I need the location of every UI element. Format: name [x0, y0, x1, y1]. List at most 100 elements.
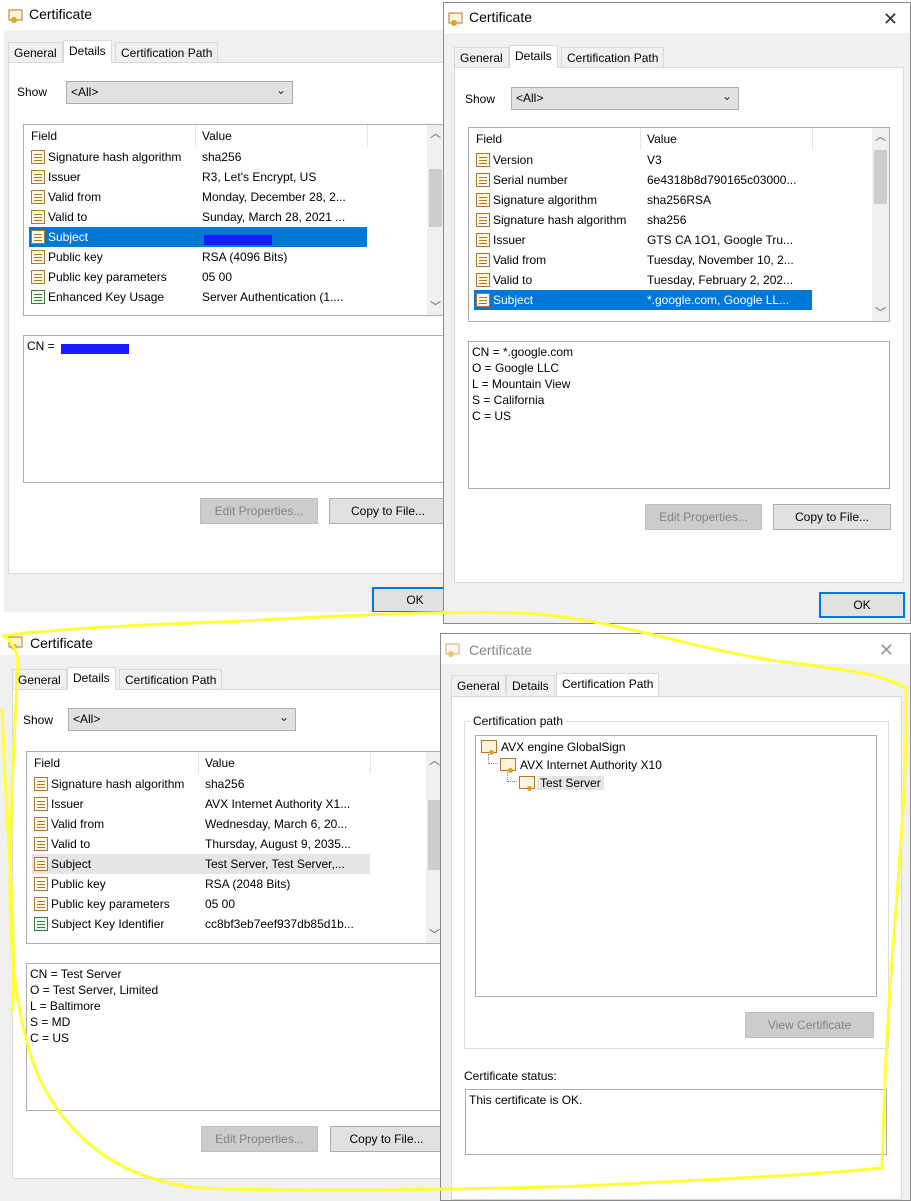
tab-general[interactable]: General	[451, 675, 506, 695]
list-scrollbar[interactable]: ︿ ﹀	[872, 128, 889, 321]
value-column-header[interactable]: Value	[205, 756, 235, 770]
field-value: Tuesday, November 10, 2...	[647, 253, 794, 267]
list-row[interactable]: Valid to Tuesday, February 2, 202...	[469, 270, 889, 290]
field-icon	[34, 817, 48, 831]
certification-path-tree[interactable]: AVX engine GlobalSign AVX Internet Autho…	[475, 735, 877, 997]
list-row[interactable]: Valid from Tuesday, November 10, 2...	[469, 250, 889, 270]
field-name: Public key parameters	[51, 897, 170, 911]
scroll-up-icon[interactable]: ︿	[427, 125, 444, 142]
tab-certification-path[interactable]: Certification Path	[115, 42, 219, 62]
list-row[interactable]: Valid from Wednesday, March 6, 20...	[27, 814, 443, 834]
list-row[interactable]: Subject *.google.com, Google LL...	[469, 290, 889, 310]
scroll-thumb[interactable]	[429, 169, 442, 227]
field-icon	[476, 173, 490, 187]
redaction-mark	[204, 235, 272, 245]
field-value: Test Server, Test Server,...	[205, 857, 345, 871]
list-row[interactable]: Signature hash algorithm sha256	[27, 774, 443, 794]
tab-details[interactable]: Details	[509, 45, 558, 68]
tab-general[interactable]: General	[8, 42, 63, 62]
list-row[interactable]: Valid to Sunday, March 28, 2021 ...	[24, 207, 444, 227]
field-name: Issuer	[51, 797, 84, 811]
title-bar: Certificate	[0, 627, 443, 655]
certificate-icon	[445, 643, 460, 657]
list-row[interactable]: Issuer GTS CA 1O1, Google Tru...	[469, 230, 889, 250]
list-row[interactable]: Public key RSA (2048 Bits)	[27, 874, 443, 894]
field-column-header[interactable]: Field	[34, 756, 60, 770]
field-list[interactable]: Field Value Signature hash algorithm sha2…	[26, 751, 443, 944]
field-list[interactable]: Field Value Version V3 Serial number 6e4318…	[468, 127, 890, 322]
scroll-down-icon[interactable]: ﹀	[872, 304, 889, 321]
copy-to-file-button[interactable]: Copy to File...	[330, 1126, 443, 1152]
column-separator	[640, 128, 641, 150]
list-row[interactable]: Valid to Thursday, August 9, 2035...	[27, 834, 443, 854]
field-icon	[34, 777, 48, 791]
field-icon	[31, 170, 45, 184]
certificate-status-box[interactable]: This certificate is OK.	[465, 1089, 887, 1155]
copy-to-file-button[interactable]: Copy to File...	[329, 498, 444, 524]
title-bar: Certificate ✕	[441, 634, 910, 664]
list-header: Field Value	[469, 128, 872, 150]
close-icon[interactable]: ✕	[879, 640, 894, 660]
field-detail-box[interactable]: CN = Test Server O = Test Server, Limite…	[26, 963, 443, 1111]
tab-details[interactable]: Details	[63, 40, 112, 63]
value-column-header[interactable]: Value	[647, 132, 677, 146]
field-detail-box[interactable]: CN =	[23, 335, 444, 483]
field-icon	[476, 233, 490, 247]
show-dropdown[interactable]: <All> ⌄	[66, 81, 293, 104]
field-icon	[34, 917, 48, 931]
field-column-header[interactable]: Field	[476, 132, 502, 146]
list-row[interactable]: Serial number 6e4318b8d790165c03000...	[469, 170, 889, 190]
field-name: Subject	[493, 293, 534, 307]
list-row[interactable]: Issuer AVX Internet Authority X1...	[27, 794, 443, 814]
scroll-down-icon[interactable]: ﹀	[427, 298, 444, 315]
certification-path-panel: Certification path AVX engine GlobalSign…	[451, 696, 902, 1200]
ok-button[interactable]: OK	[372, 587, 444, 612]
scroll-thumb[interactable]	[874, 150, 887, 204]
field-list[interactable]: Field Value Signature hash algorithm sha2…	[23, 124, 444, 316]
details-panel: Show <All> ⌄ Field Value Signature hash …	[12, 689, 443, 1179]
field-column-header[interactable]: Field	[31, 129, 57, 143]
list-row[interactable]: Issuer R3, Let's Encrypt, US	[24, 167, 444, 187]
value-column-header[interactable]: Value	[202, 129, 232, 143]
field-name: Signature algorithm	[493, 193, 598, 207]
field-icon	[476, 193, 490, 207]
ok-button[interactable]: OK	[819, 592, 905, 618]
list-row[interactable]: Signature hash algorithm sha256	[469, 210, 889, 230]
field-icon	[476, 293, 490, 307]
tab-certification-path[interactable]: Certification Path	[556, 673, 660, 696]
field-name: Serial number	[493, 173, 568, 187]
list-row[interactable]: Signature hash algorithm sha256	[24, 147, 444, 167]
copy-to-file-button[interactable]: Copy to File...	[773, 504, 891, 530]
tab-general[interactable]: General	[454, 47, 509, 67]
redaction-mark	[61, 344, 129, 354]
field-name: Valid from	[493, 253, 547, 267]
field-value: sha256RSA	[647, 193, 712, 207]
list-row[interactable]: Subject Test Server, Test Server,...	[27, 854, 443, 874]
list-row[interactable]: Public key parameters 05 00	[24, 267, 444, 287]
tab-details[interactable]: Details	[67, 667, 116, 690]
list-row[interactable]: Public key RSA (4096 Bits)	[24, 247, 444, 267]
field-icon	[31, 250, 45, 264]
tab-strip: General Details Certification Path	[12, 667, 442, 690]
list-scrollbar[interactable]: ︿ ﹀	[427, 125, 444, 315]
list-row[interactable]: Subject Key Identifier cc8bf3eb7eef937db8…	[27, 914, 443, 934]
certificate-dialog-3: Certificate General Details Certificatio…	[0, 627, 443, 1201]
list-row[interactable]: Valid from Monday, December 28, 2...	[24, 187, 444, 207]
list-row[interactable]: Version V3	[469, 150, 889, 170]
column-separator	[812, 128, 813, 150]
tab-certification-path[interactable]: Certification Path	[561, 47, 665, 67]
show-dropdown[interactable]: <All> ⌄	[68, 708, 296, 731]
list-row[interactable]: Public key parameters 05 00	[27, 894, 443, 914]
scroll-up-icon[interactable]: ︿	[872, 128, 889, 145]
field-value: Server Authentication (1....	[202, 290, 344, 304]
field-value: 05 00	[202, 270, 233, 284]
field-detail-box[interactable]: CN = *.google.com O = Google LLC L = Mou…	[468, 341, 890, 489]
list-row[interactable]: Enhanced Key Usage Server Authentication …	[24, 287, 444, 307]
close-icon[interactable]: ✕	[883, 9, 898, 29]
list-row[interactable]: Signature algorithm sha256RSA	[469, 190, 889, 210]
tab-general[interactable]: General	[12, 669, 67, 689]
tab-details[interactable]: Details	[506, 675, 555, 695]
show-dropdown[interactable]: <All> ⌄	[511, 87, 739, 110]
tab-certification-path[interactable]: Certification Path	[119, 669, 223, 689]
dialog-title: Certificate	[469, 642, 533, 658]
